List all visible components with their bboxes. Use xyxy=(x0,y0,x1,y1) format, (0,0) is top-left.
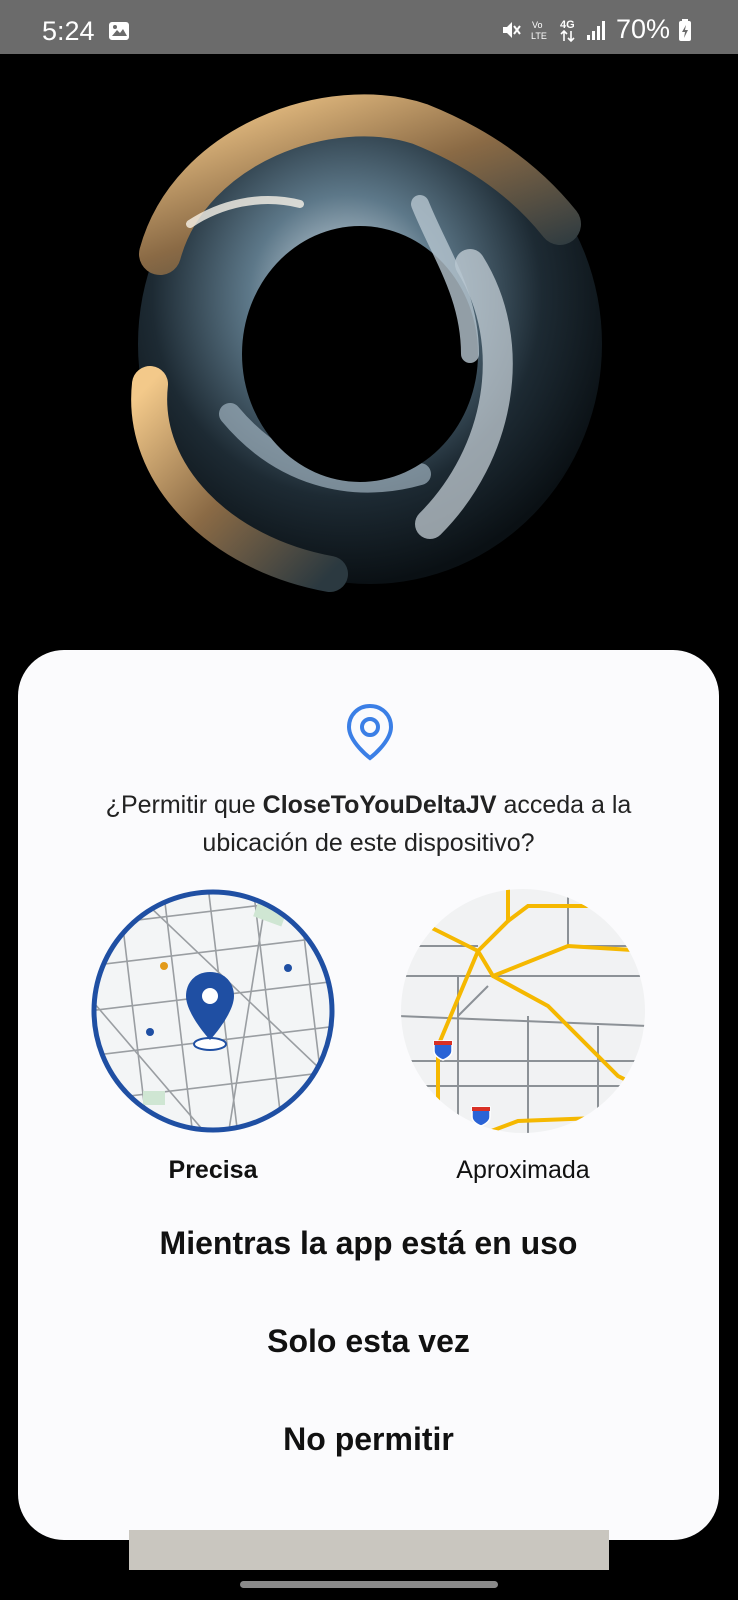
location-permission-dialog: ¿Permitir que CloseToYouDeltaJV acceda a… xyxy=(18,650,719,1540)
svg-text:LTE: LTE xyxy=(531,31,547,41)
volte-icon: Vo LTE xyxy=(531,20,547,41)
precise-map-icon xyxy=(91,889,335,1133)
question-prefix: ¿Permitir que xyxy=(105,791,263,819)
approximate-label: Aproximada xyxy=(456,1156,590,1184)
approximate-map-icon xyxy=(401,889,645,1133)
status-icons: Vo LTE 4G 70% xyxy=(500,14,692,45)
permission-question: ¿Permitir que CloseToYouDeltaJV acceda a… xyxy=(58,786,679,862)
while-using-app-button[interactable]: Mientras la app está en uso xyxy=(58,1203,679,1283)
svg-text:4G: 4G xyxy=(560,19,575,31)
dont-allow-button[interactable]: No permitir xyxy=(58,1399,679,1479)
mute-icon xyxy=(502,21,521,38)
hero-artwork xyxy=(0,54,738,650)
highway-shield-icon xyxy=(433,1040,453,1061)
app-name: CloseToYouDeltaJV xyxy=(262,791,497,819)
gallery-icon xyxy=(109,22,129,40)
only-this-time-button[interactable]: Solo esta vez xyxy=(58,1301,679,1381)
signal-icon xyxy=(586,20,605,40)
svg-text:Vo: Vo xyxy=(532,20,543,30)
battery-charging-icon xyxy=(679,18,691,41)
home-gesture-handle[interactable] xyxy=(240,1581,498,1588)
battery-percent: 70% xyxy=(615,14,670,44)
status-bar: 5:24 Vo LTE 4G 70% xyxy=(0,0,738,54)
precise-label: Precisa xyxy=(168,1156,258,1184)
status-time: 5:24 xyxy=(42,16,95,46)
navigation-bar xyxy=(0,1570,738,1600)
background-strip xyxy=(129,1530,609,1570)
location-pin-icon xyxy=(346,703,394,761)
approximate-location-option[interactable]: Aproximada xyxy=(398,886,648,1216)
4g-icon: 4G xyxy=(560,19,575,42)
precise-location-option[interactable]: Precisa xyxy=(88,886,338,1216)
